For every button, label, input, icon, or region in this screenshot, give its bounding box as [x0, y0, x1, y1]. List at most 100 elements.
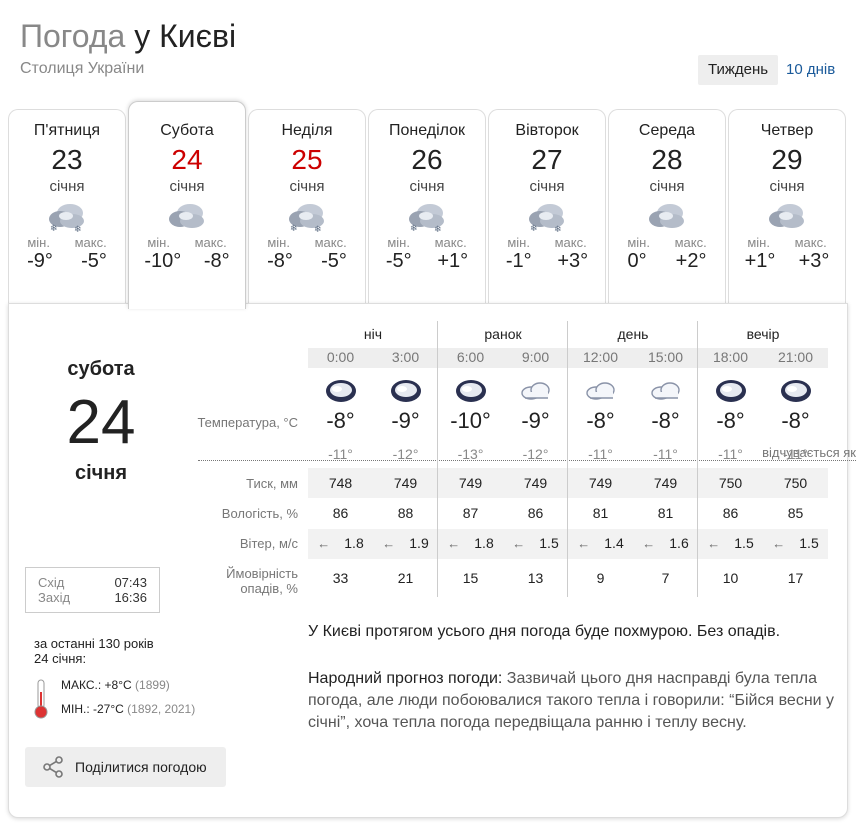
selected-month: січня — [74, 462, 128, 484]
tab-min-temp: -9° — [27, 250, 53, 272]
thermometer-icon — [34, 679, 48, 719]
day-tab-2[interactable]: Неділя 25 січня ❄ ❄ мін. макс. -8° -5° — [248, 109, 366, 309]
tab-max-temp: -5° — [81, 250, 107, 272]
tab-day-number: 23 — [51, 144, 83, 175]
day-tab-3[interactable]: Понеділок 26 січня ❄ ❄ мін. макс. -5° +1° — [368, 109, 486, 309]
tab-weekday: Неділя — [281, 122, 333, 139]
svg-text:❄: ❄ — [74, 225, 82, 233]
tab-max-label: макс. — [554, 235, 587, 250]
history-max: МАКС.: +8°C (1899) — [61, 678, 170, 692]
history-max-year: (1899) — [135, 678, 170, 692]
tab-max-label: макс. — [794, 235, 827, 250]
week-view-button[interactable]: Тиждень — [698, 55, 778, 85]
tab-min-label: мін. — [747, 235, 770, 250]
svg-text:❄: ❄ — [530, 224, 538, 233]
folk-forecast-label: Народний прогноз погоди: — [308, 670, 503, 687]
ten-days-link[interactable]: 10 днів — [786, 55, 835, 85]
tab-max-temp: +2° — [675, 250, 707, 272]
history-min-value: -27°C — [93, 702, 124, 716]
cloudy-snow-icon: ❄ ❄ — [44, 201, 90, 235]
tab-max-label: макс. — [434, 235, 467, 250]
tab-max-label: макс. — [74, 235, 107, 250]
tab-month: січня — [169, 178, 205, 195]
tab-day-number: 27 — [531, 144, 563, 175]
title-weather: Погода — [20, 18, 126, 54]
tab-day-number: 24 — [171, 144, 203, 175]
history-line2: 24 січня: — [34, 651, 87, 666]
tab-max-label: макс. — [314, 235, 347, 250]
day-description: У Києві протягом усього дня погода буде … — [308, 623, 781, 640]
tab-weekday: П'ятниця — [33, 122, 101, 139]
svg-text:❄: ❄ — [554, 225, 562, 233]
history-line1: за останні 130 років — [34, 636, 154, 651]
cloudy-icon — [764, 201, 810, 233]
title-city: у Києві — [134, 18, 237, 54]
cloudy-icon — [644, 201, 690, 233]
tab-day-number: 26 — [411, 144, 443, 175]
tab-weekday: Понеділок — [388, 122, 466, 139]
tab-max-label: макс. — [674, 235, 707, 250]
history-min: МІН.: -27°C (1892, 2021) — [61, 702, 195, 716]
cloudy-snow-icon: ❄ ❄ — [524, 201, 570, 235]
tab-min-temp: -5° — [385, 250, 412, 272]
tab-min-temp: -8° — [267, 250, 293, 272]
tab-weekday: Субота — [160, 122, 214, 139]
cloudy-snow-icon: ❄ ❄ — [284, 201, 330, 235]
history-min-year: (1892, 2021) — [127, 702, 196, 716]
sunrise-time: 07:43 — [114, 575, 147, 590]
history-min-label: МІН.: — [61, 702, 90, 716]
tab-min-temp: +1° — [744, 250, 776, 272]
tab-weekday: Четвер — [760, 122, 814, 139]
tab-month: січня — [769, 178, 805, 195]
day-tabs: П'ятниця 23 січня ❄ ❄ мін. макс. -9° -5° С… — [8, 101, 848, 311]
tab-max-temp: -5° — [321, 250, 347, 272]
tab-month: січня — [409, 178, 445, 195]
sunset-label: Захід — [38, 590, 71, 605]
selected-day-number: 24 — [66, 388, 136, 457]
tab-month: січня — [649, 178, 685, 195]
history-max-label: МАКС.: — [61, 678, 102, 692]
tab-weekday: Середа — [638, 122, 696, 139]
tab-day-number: 28 — [651, 144, 683, 175]
tab-month: січня — [289, 178, 325, 195]
tab-max-temp: -8° — [203, 250, 230, 272]
tab-weekday: Вівторок — [515, 122, 579, 139]
tab-day-number: 25 — [291, 144, 323, 175]
sunrise-label: Схід — [38, 575, 65, 590]
selected-weekday: субота — [67, 358, 135, 380]
tab-month: січня — [529, 178, 565, 195]
tab-max-temp: +3° — [798, 250, 830, 272]
sun-times: Схід 07:43 Захід 16:36 — [25, 567, 160, 613]
day-tab-4[interactable]: Вівторок 27 січня ❄ ❄ мін. макс. -1° +3° — [488, 109, 606, 309]
share-button[interactable]: Поділитися погодою — [25, 747, 226, 787]
day-tab-5[interactable]: Середа 28 січня мін. макс. 0° +2° — [608, 109, 726, 309]
folk-forecast: Народний прогноз погоди: Зазвичай цього … — [308, 668, 838, 734]
svg-text:❄: ❄ — [314, 225, 322, 233]
tab-min-label: мін. — [387, 235, 410, 250]
tab-max-label: макс. — [194, 235, 227, 250]
history-heading: за останні 130 років 24 січня: — [34, 636, 154, 666]
share-label: Поділитися погодою — [75, 759, 207, 775]
tab-min-temp: -1° — [505, 250, 532, 272]
day-tab-6[interactable]: Четвер 29 січня мін. макс. +1° +3° — [728, 109, 846, 309]
cloudy-snow-icon: ❄ ❄ — [404, 201, 450, 235]
day-tab-1[interactable]: Субота 24 січня мін. макс. -10° -8° — [128, 101, 246, 309]
svg-text:❄: ❄ — [290, 224, 298, 233]
tab-min-label: мін. — [27, 235, 50, 250]
tab-min-label: мін. — [267, 235, 290, 250]
tab-min-label: мін. — [507, 235, 530, 250]
history-max-value: +8°C — [104, 678, 132, 692]
day-tab-0[interactable]: П'ятниця 23 січня ❄ ❄ мін. макс. -9° -5° — [8, 109, 126, 309]
page-subtitle: Столиця України — [20, 60, 145, 77]
svg-text:❄: ❄ — [50, 224, 58, 233]
svg-text:❄: ❄ — [434, 225, 442, 233]
tab-day-number: 29 — [771, 144, 803, 175]
page-title: Погода у Києві — [20, 16, 236, 56]
tab-month: січня — [49, 178, 85, 195]
tab-max-temp: +3° — [557, 250, 589, 272]
svg-text:❄: ❄ — [410, 224, 418, 233]
tab-min-label: мін. — [147, 235, 170, 250]
tab-min-temp: -10° — [144, 250, 182, 272]
cloudy-icon — [164, 201, 210, 233]
tab-min-temp: 0° — [627, 250, 647, 272]
